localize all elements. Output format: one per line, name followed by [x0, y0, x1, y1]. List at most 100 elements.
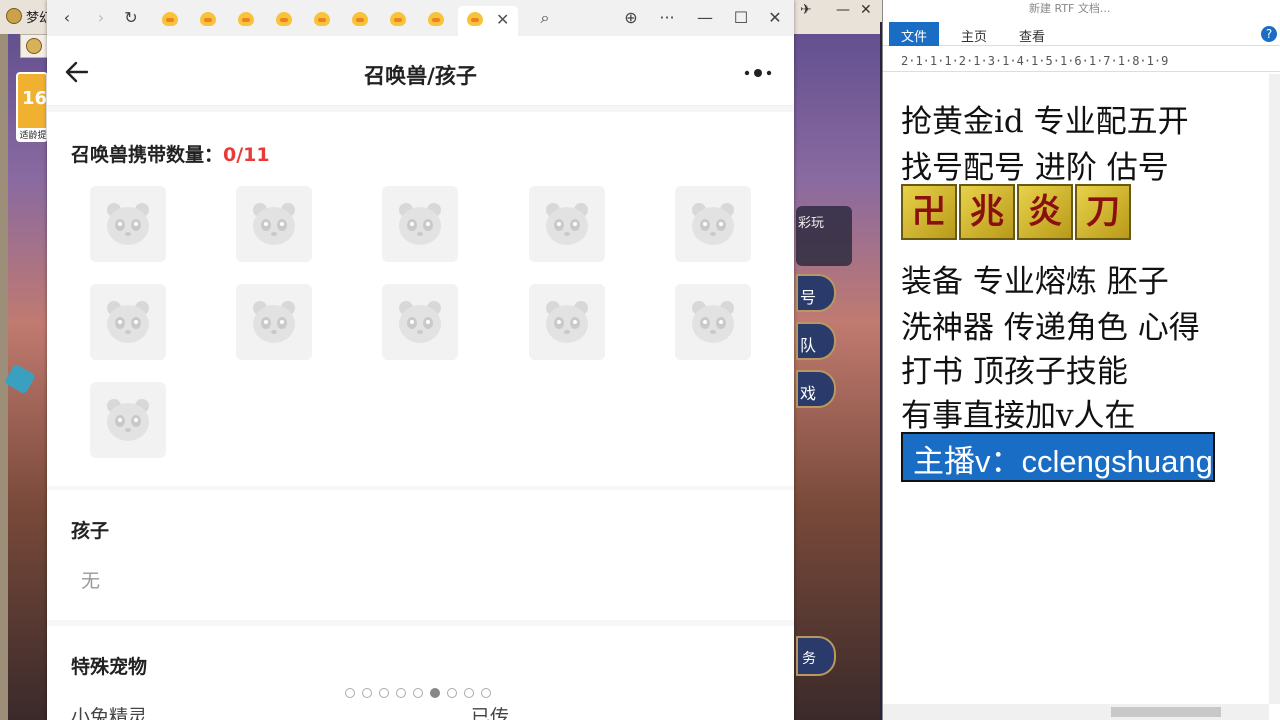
pets-count-text: 召唤兽携带数量：: [71, 144, 224, 166]
pet-slot[interactable]: [675, 284, 751, 360]
more-menu-button[interactable]: ···: [657, 8, 677, 28]
page-dot-active[interactable]: [430, 688, 440, 698]
chick-beak: [280, 18, 288, 22]
panda-placeholder-icon: [399, 301, 441, 343]
back-button[interactable]: ‹: [57, 8, 77, 28]
maximize-button[interactable]: ☐: [731, 8, 751, 28]
horizontal-scrollbar[interactable]: [883, 704, 1269, 720]
close-button[interactable]: ✕: [765, 8, 785, 28]
pet-slot[interactable]: [236, 284, 312, 360]
selected-text[interactable]: 主播v：cclengshuang: [901, 432, 1215, 482]
crystal-icon[interactable]: [4, 363, 36, 395]
kids-value: 无: [81, 570, 101, 592]
browser-tab[interactable]: [381, 6, 415, 32]
chick-beak: [318, 18, 326, 22]
page-dot[interactable]: [396, 688, 406, 698]
panda-placeholder-icon: [399, 203, 441, 245]
pet-slot[interactable]: [90, 382, 166, 458]
game-tab[interactable]: [20, 34, 48, 58]
browser-tab[interactable]: [419, 6, 453, 32]
browser-tab[interactable]: [153, 6, 187, 32]
page-dot[interactable]: [481, 688, 491, 698]
kids-section: 孩子 无: [47, 490, 794, 620]
doc-line: 找号配号 进阶 估号: [901, 150, 1169, 186]
panda-placeholder-icon: [107, 301, 149, 343]
scrollbar-thumb[interactable]: [1111, 707, 1221, 717]
doc-line: 洗神器 传递角色 心得: [901, 310, 1200, 346]
special-pets-section: 特殊宠物 小兔精灵 已传: [47, 626, 794, 720]
refresh-button[interactable]: ↻: [121, 8, 141, 28]
panda-placeholder-icon: [253, 203, 295, 245]
pet-slot[interactable]: [236, 186, 312, 262]
symbol-tile-icon: 炎: [1017, 184, 1073, 240]
pet-slot[interactable]: [382, 284, 458, 360]
page-title: 召唤兽/孩子: [364, 64, 477, 88]
browser-tab[interactable]: [267, 6, 301, 32]
chick-beak: [432, 18, 440, 22]
age-rating-number: 16: [22, 88, 48, 109]
game-panel-play[interactable]: 彩玩: [796, 206, 852, 266]
wordpad-ribbon: 文件 主页 查看 ?: [883, 18, 1280, 46]
panda-placeholder-icon: [692, 203, 734, 245]
page-dot[interactable]: [345, 688, 355, 698]
doc-line: 打书 顶孩子技能: [901, 354, 1128, 390]
wordpad-window: 新建 RTF 文档... 文件 主页 查看 ? 2·1·1·1·2·1·3·1·…: [882, 0, 1280, 720]
tab-view[interactable]: 查看: [1007, 22, 1057, 46]
more-options-icon[interactable]: [743, 66, 775, 80]
pet-slot[interactable]: [382, 186, 458, 262]
tab-file[interactable]: 文件: [889, 22, 940, 46]
ruler-marks: 2·1·1·1·2·1·3·1·4·1·5·1·6·1·7·1·8·1·9: [901, 54, 1169, 68]
chick-beak: [204, 18, 212, 22]
chick-beak: [394, 18, 402, 22]
game-side-button-3[interactable]: 戏: [796, 370, 836, 408]
game-logo-icon: [6, 8, 22, 24]
pet-slot[interactable]: [90, 186, 166, 262]
vertical-scrollbar[interactable]: [1269, 74, 1280, 704]
ruler: 2·1·1·1·2·1·3·1·4·1·5·1·6·1·7·1·8·1·9: [883, 50, 1280, 72]
help-icon[interactable]: ?: [1261, 26, 1277, 42]
chick-beak: [356, 18, 364, 22]
page-dot[interactable]: [379, 688, 389, 698]
doc-line: 有事直接加v人在: [901, 398, 1136, 434]
browser-tab[interactable]: [229, 6, 263, 32]
tab-home[interactable]: 主页: [949, 22, 999, 46]
pet-slot[interactable]: [90, 284, 166, 360]
chick-beak: [166, 18, 174, 22]
panda-placeholder-icon: [546, 301, 588, 343]
browser-tab-active[interactable]: ✕: [458, 6, 518, 36]
globe-icon[interactable]: ⊕: [621, 8, 641, 28]
game-task-button[interactable]: 务: [796, 636, 836, 676]
panda-placeholder-icon: [107, 399, 149, 441]
page-dot[interactable]: [362, 688, 372, 698]
kids-title: 孩子: [71, 520, 110, 542]
browser-window: ‹ › ↻ ✕ ⌕ ⊕ ··· — ☐ ✕ 召唤兽/孩子 召唤兽携带数量：0/1…: [47, 0, 794, 720]
minimize-button[interactable]: —: [836, 2, 850, 18]
document-body[interactable]: 抢黄金id 专业配五开 找号配号 进阶 估号 卍 兆 炎 刀 装备 专业熔炼 胚…: [883, 74, 1269, 704]
symbol-tile-icon: 兆: [959, 184, 1015, 240]
minimize-button[interactable]: —: [695, 8, 715, 28]
browser-tab[interactable]: [305, 6, 339, 32]
pets-section: 召唤兽携带数量：0/11: [47, 112, 794, 486]
game-side-button-2[interactable]: 队: [796, 322, 836, 360]
page-dot[interactable]: [413, 688, 423, 698]
pin-icon[interactable]: ✈: [800, 2, 812, 18]
panda-placeholder-icon: [107, 203, 149, 245]
symbol-tile-icon: 卍: [901, 184, 957, 240]
pet-slot[interactable]: [529, 284, 605, 360]
page-dot[interactable]: [464, 688, 474, 698]
search-icon[interactable]: ⌕: [535, 8, 555, 28]
tab-close-icon[interactable]: ✕: [496, 10, 509, 29]
special-pet-status: 已传: [471, 706, 510, 720]
pet-slot[interactable]: [675, 186, 751, 262]
pet-slot[interactable]: [529, 186, 605, 262]
wordpad-titlebar: 新建 RTF 文档...: [883, 0, 1280, 16]
panda-placeholder-icon: [253, 301, 295, 343]
age-rating-text: 适龄提: [18, 128, 48, 141]
game-side-button-1[interactable]: 号: [796, 274, 836, 312]
browser-tab[interactable]: [343, 6, 377, 32]
close-button[interactable]: ✕: [860, 2, 872, 18]
panda-placeholder-icon: [692, 301, 734, 343]
browser-tab[interactable]: [191, 6, 225, 32]
page-dot[interactable]: [447, 688, 457, 698]
forward-button[interactable]: ›: [91, 8, 111, 28]
